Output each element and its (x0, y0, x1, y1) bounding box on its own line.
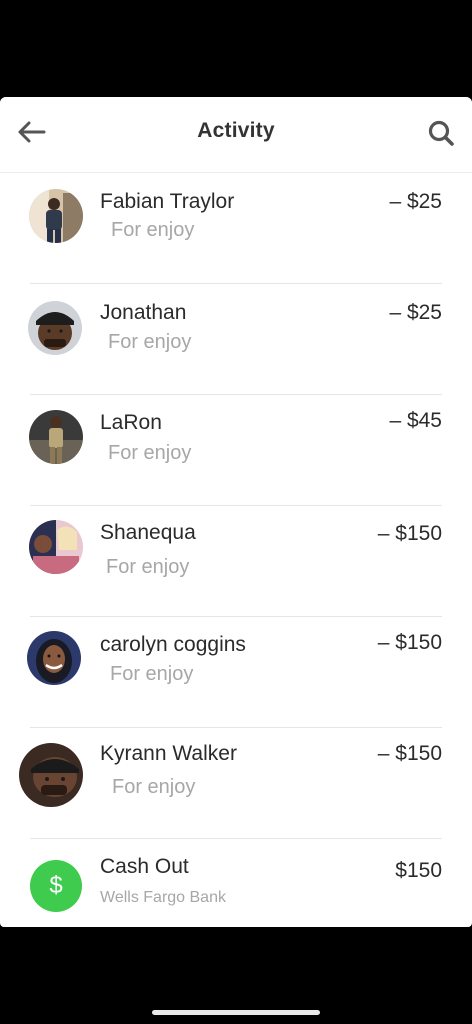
payment-amount: – $150 (377, 631, 442, 654)
avatar (28, 301, 82, 355)
payment-amount: – $150 (377, 742, 442, 765)
cashout-amount: $150 (395, 859, 442, 882)
activity-row[interactable]: carolyn coggins For enjoy – $150 (0, 617, 472, 728)
avatar (29, 520, 83, 574)
avatar (29, 410, 83, 464)
activity-row[interactable]: Shanequa For enjoy – $150 (0, 506, 472, 617)
payment-note: For enjoy (110, 663, 194, 685)
app-header: Activity (0, 97, 472, 173)
payment-note: For enjoy (111, 219, 195, 241)
avatar (29, 189, 83, 243)
activity-row[interactable]: Kyrann Walker For enjoy – $150 (0, 728, 472, 839)
sender-name: Shanequa (100, 521, 196, 544)
avatar (27, 631, 81, 685)
sender-name: Jonathan (100, 301, 187, 324)
activity-row[interactable]: LaRon For enjoy – $45 (0, 395, 472, 506)
payment-amount: – $25 (389, 301, 442, 324)
activity-row[interactable]: Jonathan For enjoy – $25 (0, 284, 472, 395)
page-title: Activity (197, 119, 275, 142)
avatar (19, 743, 83, 807)
payment-note: For enjoy (108, 442, 192, 464)
activity-row-cashout[interactable]: $ Cash Out Wells Fargo Bank $150 (0, 839, 472, 927)
sender-name: Kyrann Walker (100, 742, 237, 765)
payment-note: For enjoy (106, 556, 190, 578)
sender-name: carolyn coggins (100, 633, 246, 656)
cashout-title: Cash Out (100, 855, 189, 878)
sender-name: LaRon (100, 411, 162, 434)
payment-amount: – $45 (389, 409, 442, 432)
payment-note: For enjoy (108, 331, 192, 353)
search-icon (428, 120, 454, 146)
payment-amount: – $150 (377, 522, 442, 545)
activity-screen: Activity Fabian Traylor For enjoy – $25 (0, 97, 472, 927)
payment-amount: – $25 (389, 190, 442, 213)
payment-note: For enjoy (112, 776, 196, 798)
bank-name: Wells Fargo Bank (100, 889, 226, 906)
dollar-icon: $ (30, 860, 82, 912)
home-indicator[interactable] (152, 1010, 320, 1015)
activity-row[interactable]: Fabian Traylor For enjoy – $25 (0, 173, 472, 284)
search-button[interactable] (424, 117, 458, 149)
sender-name: Fabian Traylor (100, 190, 235, 213)
